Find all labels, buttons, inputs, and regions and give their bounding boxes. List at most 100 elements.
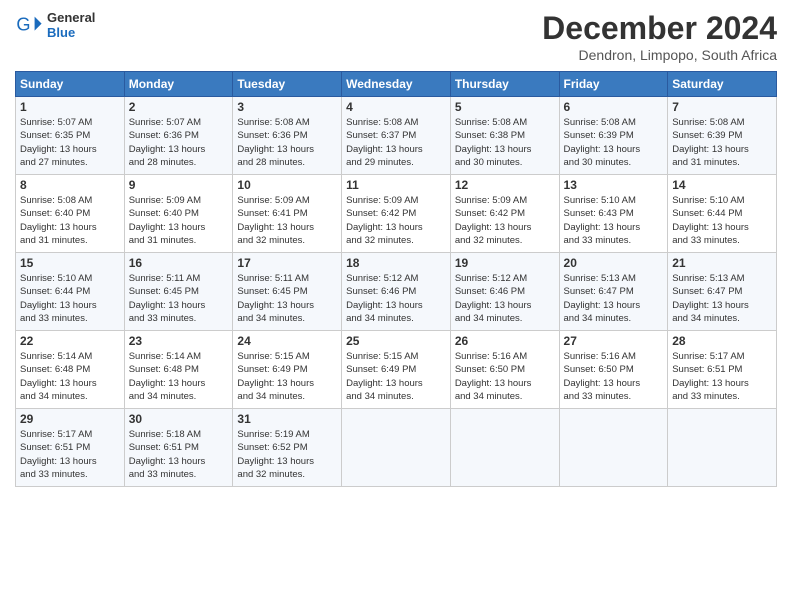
day-info: Sunrise: 5:10 AMSunset: 6:44 PMDaylight:… xyxy=(20,272,120,325)
calendar-cell xyxy=(450,409,559,487)
calendar-cell: 14 Sunrise: 5:10 AMSunset: 6:44 PMDayligh… xyxy=(668,175,777,253)
calendar-cell: 24 Sunrise: 5:15 AMSunset: 6:49 PMDayligh… xyxy=(233,331,342,409)
logo-line2: Blue xyxy=(47,25,95,40)
day-info: Sunrise: 5:12 AMSunset: 6:46 PMDaylight:… xyxy=(455,272,555,325)
day-info: Sunrise: 5:07 AMSunset: 6:36 PMDaylight:… xyxy=(129,116,229,169)
day-number: 21 xyxy=(672,256,772,270)
calendar-cell: 5 Sunrise: 5:08 AMSunset: 6:38 PMDaylight… xyxy=(450,97,559,175)
day-info: Sunrise: 5:11 AMSunset: 6:45 PMDaylight:… xyxy=(237,272,337,325)
day-number: 3 xyxy=(237,100,337,114)
calendar-week-4: 22 Sunrise: 5:14 AMSunset: 6:48 PMDayligh… xyxy=(16,331,777,409)
day-number: 19 xyxy=(455,256,555,270)
day-info: Sunrise: 5:16 AMSunset: 6:50 PMDaylight:… xyxy=(564,350,664,403)
day-info: Sunrise: 5:09 AMSunset: 6:42 PMDaylight:… xyxy=(346,194,446,247)
logo-line1: General xyxy=(47,10,95,25)
calendar-cell xyxy=(559,409,668,487)
day-number: 17 xyxy=(237,256,337,270)
day-info: Sunrise: 5:09 AMSunset: 6:41 PMDaylight:… xyxy=(237,194,337,247)
day-number: 5 xyxy=(455,100,555,114)
calendar-cell: 30Sunrise: 5:18 AMSunset: 6:51 PMDayligh… xyxy=(124,409,233,487)
calendar-cell: 6 Sunrise: 5:08 AMSunset: 6:39 PMDaylight… xyxy=(559,97,668,175)
calendar-header: SundayMondayTuesdayWednesdayThursdayFrid… xyxy=(16,72,777,97)
calendar-cell: 15Sunrise: 5:10 AMSunset: 6:44 PMDayligh… xyxy=(16,253,125,331)
header: G General Blue December 2024 Dendron, Li… xyxy=(15,10,777,63)
day-info: Sunrise: 5:17 AMSunset: 6:51 PMDaylight:… xyxy=(20,428,120,481)
day-number: 8 xyxy=(20,178,120,192)
calendar-cell: 19 Sunrise: 5:12 AMSunset: 6:46 PMDayligh… xyxy=(450,253,559,331)
header-cell-thursday: Thursday xyxy=(450,72,559,97)
calendar-cell: 27 Sunrise: 5:16 AMSunset: 6:50 PMDayligh… xyxy=(559,331,668,409)
header-cell-friday: Friday xyxy=(559,72,668,97)
calendar-week-1: 1Sunrise: 5:07 AMSunset: 6:35 PMDaylight… xyxy=(16,97,777,175)
day-number: 23 xyxy=(129,334,229,348)
day-number: 1 xyxy=(20,100,120,114)
calendar-cell: 10 Sunrise: 5:09 AMSunset: 6:41 PMDayligh… xyxy=(233,175,342,253)
calendar-body: 1Sunrise: 5:07 AMSunset: 6:35 PMDaylight… xyxy=(16,97,777,487)
calendar-cell: 22 Sunrise: 5:14 AMSunset: 6:48 PMDayligh… xyxy=(16,331,125,409)
day-info: Sunrise: 5:14 AMSunset: 6:48 PMDaylight:… xyxy=(20,350,120,403)
day-info: Sunrise: 5:08 AMSunset: 6:36 PMDaylight:… xyxy=(237,116,337,169)
day-info: Sunrise: 5:09 AMSunset: 6:40 PMDaylight:… xyxy=(129,194,229,247)
day-info: Sunrise: 5:15 AMSunset: 6:49 PMDaylight:… xyxy=(237,350,337,403)
day-number: 6 xyxy=(564,100,664,114)
calendar-cell xyxy=(668,409,777,487)
calendar-cell: 26 Sunrise: 5:16 AMSunset: 6:50 PMDayligh… xyxy=(450,331,559,409)
calendar-cell: 20 Sunrise: 5:13 AMSunset: 6:47 PMDayligh… xyxy=(559,253,668,331)
svg-text:G: G xyxy=(16,15,30,35)
day-info: Sunrise: 5:08 AMSunset: 6:39 PMDaylight:… xyxy=(672,116,772,169)
logo: G General Blue xyxy=(15,10,95,40)
day-number: 20 xyxy=(564,256,664,270)
calendar-cell: 11 Sunrise: 5:09 AMSunset: 6:42 PMDayligh… xyxy=(342,175,451,253)
day-info: Sunrise: 5:10 AMSunset: 6:44 PMDaylight:… xyxy=(672,194,772,247)
day-info: Sunrise: 5:17 AMSunset: 6:51 PMDaylight:… xyxy=(672,350,772,403)
location-title: Dendron, Limpopo, South Africa xyxy=(542,47,777,63)
calendar-cell: 4 Sunrise: 5:08 AMSunset: 6:37 PMDaylight… xyxy=(342,97,451,175)
day-number: 26 xyxy=(455,334,555,348)
header-cell-tuesday: Tuesday xyxy=(233,72,342,97)
day-number: 24 xyxy=(237,334,337,348)
calendar-week-3: 15Sunrise: 5:10 AMSunset: 6:44 PMDayligh… xyxy=(16,253,777,331)
day-number: 9 xyxy=(129,178,229,192)
day-info: Sunrise: 5:08 AMSunset: 6:39 PMDaylight:… xyxy=(564,116,664,169)
calendar-cell: 29Sunrise: 5:17 AMSunset: 6:51 PMDayligh… xyxy=(16,409,125,487)
day-number: 14 xyxy=(672,178,772,192)
day-info: Sunrise: 5:16 AMSunset: 6:50 PMDaylight:… xyxy=(455,350,555,403)
calendar-cell: 28 Sunrise: 5:17 AMSunset: 6:51 PMDayligh… xyxy=(668,331,777,409)
day-number: 11 xyxy=(346,178,446,192)
day-info: Sunrise: 5:08 AMSunset: 6:38 PMDaylight:… xyxy=(455,116,555,169)
calendar-cell: 21Sunrise: 5:13 AMSunset: 6:47 PMDayligh… xyxy=(668,253,777,331)
header-cell-wednesday: Wednesday xyxy=(342,72,451,97)
header-row: SundayMondayTuesdayWednesdayThursdayFrid… xyxy=(16,72,777,97)
day-number: 28 xyxy=(672,334,772,348)
day-info: Sunrise: 5:08 AMSunset: 6:40 PMDaylight:… xyxy=(20,194,120,247)
day-number: 16 xyxy=(129,256,229,270)
calendar-cell: 2Sunrise: 5:07 AMSunset: 6:36 PMDaylight… xyxy=(124,97,233,175)
calendar-week-5: 29Sunrise: 5:17 AMSunset: 6:51 PMDayligh… xyxy=(16,409,777,487)
day-info: Sunrise: 5:11 AMSunset: 6:45 PMDaylight:… xyxy=(129,272,229,325)
day-info: Sunrise: 5:15 AMSunset: 6:49 PMDaylight:… xyxy=(346,350,446,403)
calendar-cell: 1Sunrise: 5:07 AMSunset: 6:35 PMDaylight… xyxy=(16,97,125,175)
day-info: Sunrise: 5:08 AMSunset: 6:37 PMDaylight:… xyxy=(346,116,446,169)
day-info: Sunrise: 5:12 AMSunset: 6:46 PMDaylight:… xyxy=(346,272,446,325)
day-info: Sunrise: 5:10 AMSunset: 6:43 PMDaylight:… xyxy=(564,194,664,247)
day-number: 27 xyxy=(564,334,664,348)
calendar-cell: 12Sunrise: 5:09 AMSunset: 6:42 PMDayligh… xyxy=(450,175,559,253)
calendar-cell: 25 Sunrise: 5:15 AMSunset: 6:49 PMDayligh… xyxy=(342,331,451,409)
header-cell-sunday: Sunday xyxy=(16,72,125,97)
calendar-cell xyxy=(342,409,451,487)
day-number: 7 xyxy=(672,100,772,114)
calendar-cell: 23Sunrise: 5:14 AMSunset: 6:48 PMDayligh… xyxy=(124,331,233,409)
calendar-cell: 13Sunrise: 5:10 AMSunset: 6:43 PMDayligh… xyxy=(559,175,668,253)
day-info: Sunrise: 5:13 AMSunset: 6:47 PMDaylight:… xyxy=(564,272,664,325)
month-title: December 2024 xyxy=(542,10,777,47)
calendar-cell: 3 Sunrise: 5:08 AMSunset: 6:36 PMDaylight… xyxy=(233,97,342,175)
day-number: 25 xyxy=(346,334,446,348)
day-number: 4 xyxy=(346,100,446,114)
day-number: 22 xyxy=(20,334,120,348)
calendar-cell: 7 Sunrise: 5:08 AMSunset: 6:39 PMDaylight… xyxy=(668,97,777,175)
calendar-cell: 9 Sunrise: 5:09 AMSunset: 6:40 PMDaylight… xyxy=(124,175,233,253)
day-info: Sunrise: 5:18 AMSunset: 6:51 PMDaylight:… xyxy=(129,428,229,481)
header-cell-monday: Monday xyxy=(124,72,233,97)
calendar-cell: 16 Sunrise: 5:11 AMSunset: 6:45 PMDayligh… xyxy=(124,253,233,331)
day-number: 10 xyxy=(237,178,337,192)
